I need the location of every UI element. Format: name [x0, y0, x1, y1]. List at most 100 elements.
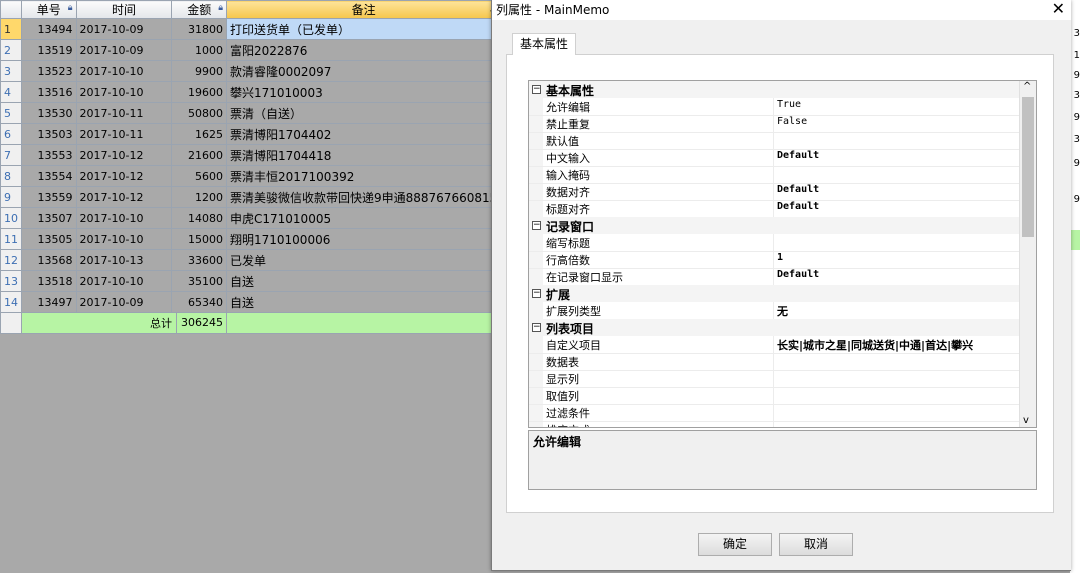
cell-amount[interactable]: 33600 [171, 249, 227, 271]
cell-amount[interactable]: 5600 [171, 165, 227, 187]
cell-date[interactable]: 2017-10-11 [75, 102, 173, 124]
table-row[interactable]: 9 13559 2017-10-12 1200 票清美骏微信收款带回快递9申通88876… [0, 186, 502, 208]
property-row[interactable]: 数据对齐 Default [529, 183, 1019, 201]
cell-id[interactable]: 13518 [21, 270, 77, 292]
cell-memo[interactable]: 票清（自送） [225, 102, 502, 124]
cell-date[interactable]: 2017-10-10 [75, 228, 173, 250]
row-number[interactable]: 9 [0, 186, 22, 208]
cell-id[interactable]: 13554 [21, 165, 77, 187]
cell-memo[interactable]: 已发单 [225, 249, 502, 271]
cell-date[interactable]: 2017-10-10 [75, 270, 173, 292]
row-number[interactable]: 1 [0, 18, 22, 40]
property-value[interactable]: Default [777, 150, 819, 161]
property-category[interactable]: − 记录窗口 [529, 217, 1019, 234]
property-category[interactable]: − 扩展 [529, 285, 1019, 302]
property-row[interactable]: 中文输入 Default [529, 149, 1019, 167]
cell-id[interactable]: 13505 [21, 228, 77, 250]
property-grid-scrollbar[interactable]: ^ v [1019, 81, 1036, 427]
row-number[interactable]: 10 [0, 207, 22, 229]
cell-memo[interactable]: 富阳2022876 [225, 39, 502, 61]
scroll-down-icon[interactable]: v [1023, 415, 1029, 426]
ok-button[interactable]: 确定 [698, 533, 772, 556]
cell-memo[interactable]: 自送 [225, 270, 502, 292]
collapse-icon[interactable]: − [532, 221, 541, 230]
property-value[interactable]: Default [777, 201, 819, 212]
row-number[interactable]: 4 [0, 81, 22, 103]
row-number[interactable]: 7 [0, 144, 22, 166]
cell-amount[interactable]: 21600 [171, 144, 227, 166]
collapse-icon[interactable]: − [532, 289, 541, 298]
property-row[interactable]: 禁止重复 False [529, 115, 1019, 133]
row-number[interactable]: 2 [0, 39, 22, 61]
property-category[interactable]: − 列表项目 [529, 319, 1019, 336]
scroll-up-icon[interactable]: ^ [1023, 81, 1031, 92]
table-row[interactable]: 10 13507 2017-10-10 14080 申虎C171010005 [0, 207, 502, 229]
property-grid[interactable]: ^ v − 基本属性 允许编辑 True 禁止重复 False 默认值 中文输入 Default… [528, 80, 1037, 428]
cell-amount[interactable]: 1625 [171, 123, 227, 145]
table-row[interactable]: 8 13554 2017-10-12 5600 票清丰恒2017100392 [0, 165, 502, 187]
col-header-memo[interactable]: 备注↓ [225, 0, 502, 19]
cell-id[interactable]: 13519 [21, 39, 77, 61]
col-header-amount[interactable]: 金额 🔒︎ [171, 0, 227, 19]
row-number[interactable]: 13 [0, 270, 22, 292]
cell-date[interactable]: 2017-10-10 [75, 60, 173, 82]
corner-cell[interactable] [0, 0, 22, 19]
table-row[interactable]: 11 13505 2017-10-10 15000 翔明1710100006 [0, 228, 502, 250]
cell-id[interactable]: 13494 [21, 18, 77, 40]
scroll-thumb[interactable] [1022, 97, 1034, 237]
cell-amount[interactable]: 1200 [171, 186, 227, 208]
cancel-button[interactable]: 取消 [779, 533, 853, 556]
row-number[interactable]: 12 [0, 249, 22, 271]
property-value[interactable]: 长实|城市之星|同城送货|中通|首达|攀兴 [777, 337, 973, 353]
cell-amount[interactable]: 14080 [171, 207, 227, 229]
close-icon[interactable]: ✕ [1052, 0, 1065, 18]
cell-amount[interactable]: 35100 [171, 270, 227, 292]
property-row[interactable]: 数据表 [529, 353, 1019, 371]
property-row[interactable]: 显示列 [529, 370, 1019, 388]
property-row[interactable]: 过滤条件 [529, 404, 1019, 422]
cell-memo[interactable]: 翔明1710100006 [225, 228, 502, 250]
cell-id[interactable]: 13559 [21, 186, 77, 208]
cell-date[interactable]: 2017-10-13 [75, 249, 173, 271]
cell-date[interactable]: 2017-10-12 [75, 186, 173, 208]
cell-id[interactable]: 13568 [21, 249, 77, 271]
tab-basic-properties[interactable]: 基本属性 [512, 33, 576, 55]
cell-date[interactable]: 2017-10-12 [75, 144, 173, 166]
cell-memo[interactable]: 打印送货单（已发单） [225, 18, 502, 40]
cell-id[interactable]: 13516 [21, 81, 77, 103]
table-row[interactable]: 6 13503 2017-10-11 1625 票清博阳1704402 [0, 123, 502, 145]
cell-memo[interactable]: 票清博阳1704402 [225, 123, 502, 145]
property-category[interactable]: − 基本属性 [529, 81, 1019, 98]
cell-amount[interactable]: 65340 [171, 291, 227, 313]
row-number[interactable]: 8 [0, 165, 22, 187]
cell-memo[interactable]: 票清博阳1704418 [225, 144, 502, 166]
cell-date[interactable]: 2017-10-10 [75, 207, 173, 229]
row-number[interactable]: 14 [0, 291, 22, 313]
property-value[interactable]: False [777, 116, 807, 127]
property-row[interactable]: 排序方式 [529, 421, 1019, 427]
table-row[interactable]: 12 13568 2017-10-13 33600 已发单 [0, 249, 502, 271]
property-row[interactable]: 在记录窗口显示 Default [529, 268, 1019, 286]
cell-memo[interactable]: 款清睿隆0002097 [225, 60, 502, 82]
table-row[interactable]: 5 13530 2017-10-11 50800 票清（自送） [0, 102, 502, 124]
data-grid[interactable]: 单号🔒︎ 时间 金额🔒︎ 备注↓ 1134942017-10-0931800打印… [0, 0, 502, 334]
cell-amount[interactable]: 1000 [171, 39, 227, 61]
table-row[interactable]: 7 13553 2017-10-12 21600 票清博阳1704418 [0, 144, 502, 166]
cell-amount[interactable]: 15000 [171, 228, 227, 250]
property-row[interactable]: 输入掩码 [529, 166, 1019, 184]
table-row[interactable]: 3 13523 2017-10-10 9900 款清睿隆0002097 [0, 60, 502, 82]
property-row[interactable]: 缩写标题 [529, 234, 1019, 252]
cell-date[interactable]: 2017-10-09 [75, 18, 173, 40]
cell-id[interactable]: 13503 [21, 123, 77, 145]
col-header-id[interactable]: 单号 🔒︎ [21, 0, 77, 19]
cell-date[interactable]: 2017-10-12 [75, 165, 173, 187]
row-number[interactable]: 11 [0, 228, 22, 250]
property-row[interactable]: 取值列 [529, 387, 1019, 405]
property-row[interactable]: 自定义项目 长实|城市之星|同城送货|中通|首达|攀兴 [529, 336, 1019, 354]
property-value[interactable]: 1 [777, 252, 783, 263]
collapse-icon[interactable]: − [532, 85, 541, 94]
table-row[interactable]: 1 13494 2017-10-09 31800 打印送货单（已发单） [0, 18, 502, 40]
cell-amount[interactable]: 31800 [171, 18, 227, 40]
cell-id[interactable]: 13530 [21, 102, 77, 124]
cell-date[interactable]: 2017-10-09 [75, 291, 173, 313]
